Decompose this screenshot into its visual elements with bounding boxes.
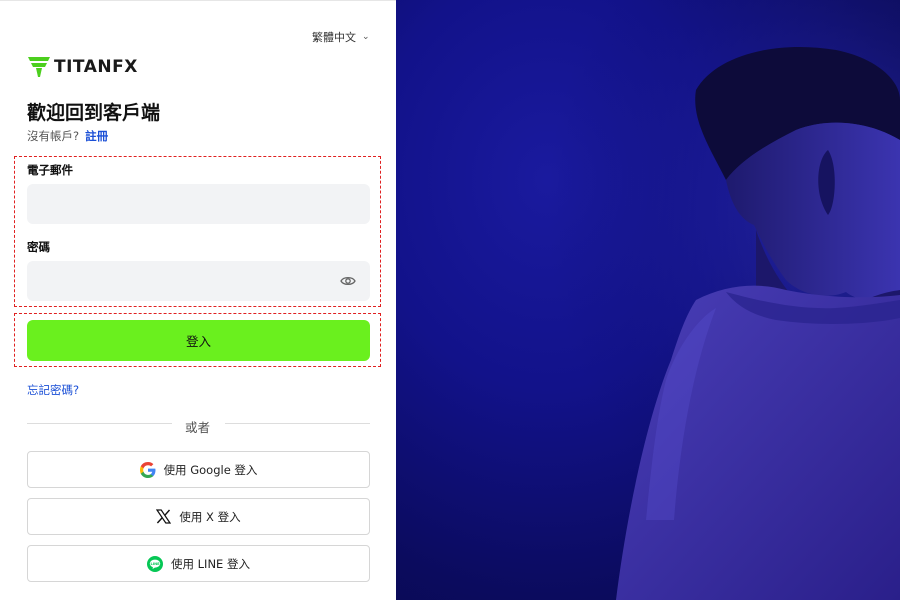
language-select[interactable]: 繁體中文 ⌄ [312, 29, 370, 45]
logo-text: TITANFX [54, 57, 138, 77]
or-divider-text: 或者 [185, 420, 211, 435]
login-button[interactable]: 登入 [27, 320, 370, 361]
eye-icon[interactable] [340, 273, 356, 289]
register-link[interactable]: 註冊 [85, 129, 108, 143]
line-login-button[interactable]: LINE 使用 LINE 登入 [27, 545, 370, 582]
x-icon [156, 509, 172, 524]
page-title: 歡迎回到客戶端 [27, 102, 161, 124]
line-login-label: 使用 LINE 登入 [171, 556, 250, 571]
chevron-down-icon: ⌄ [362, 32, 370, 42]
register-prompt: 沒有帳戶? [27, 129, 80, 143]
divider-left [27, 423, 172, 424]
password-label: 密碼 [27, 240, 50, 254]
person-silhouette-image [396, 0, 900, 600]
register-prompt-line: 沒有帳戶? 註冊 [27, 128, 108, 144]
google-login-label: 使用 Google 登入 [163, 462, 258, 477]
titanfx-logo-icon [28, 57, 50, 77]
svg-text:LINE: LINE [150, 562, 160, 566]
hero-photo [396, 0, 900, 600]
email-label: 電子郵件 [27, 163, 73, 177]
google-icon [139, 461, 156, 478]
language-label: 繁體中文 [312, 31, 356, 44]
password-field[interactable] [27, 261, 370, 301]
login-panel: 繁體中文 ⌄ TITANFX 歡迎回到客戶端 沒有帳戶? 註冊 電子郵件 密碼 登… [0, 0, 396, 600]
divider-right [225, 423, 370, 424]
titanfx-logo: TITANFX [28, 57, 138, 77]
google-login-button[interactable]: 使用 Google 登入 [27, 451, 370, 488]
email-field[interactable] [27, 184, 370, 224]
x-login-label: 使用 X 登入 [179, 509, 241, 524]
line-icon: LINE [147, 555, 163, 572]
x-login-button[interactable]: 使用 X 登入 [27, 498, 370, 535]
forgot-password-link[interactable]: 忘記密碼? [27, 382, 79, 398]
